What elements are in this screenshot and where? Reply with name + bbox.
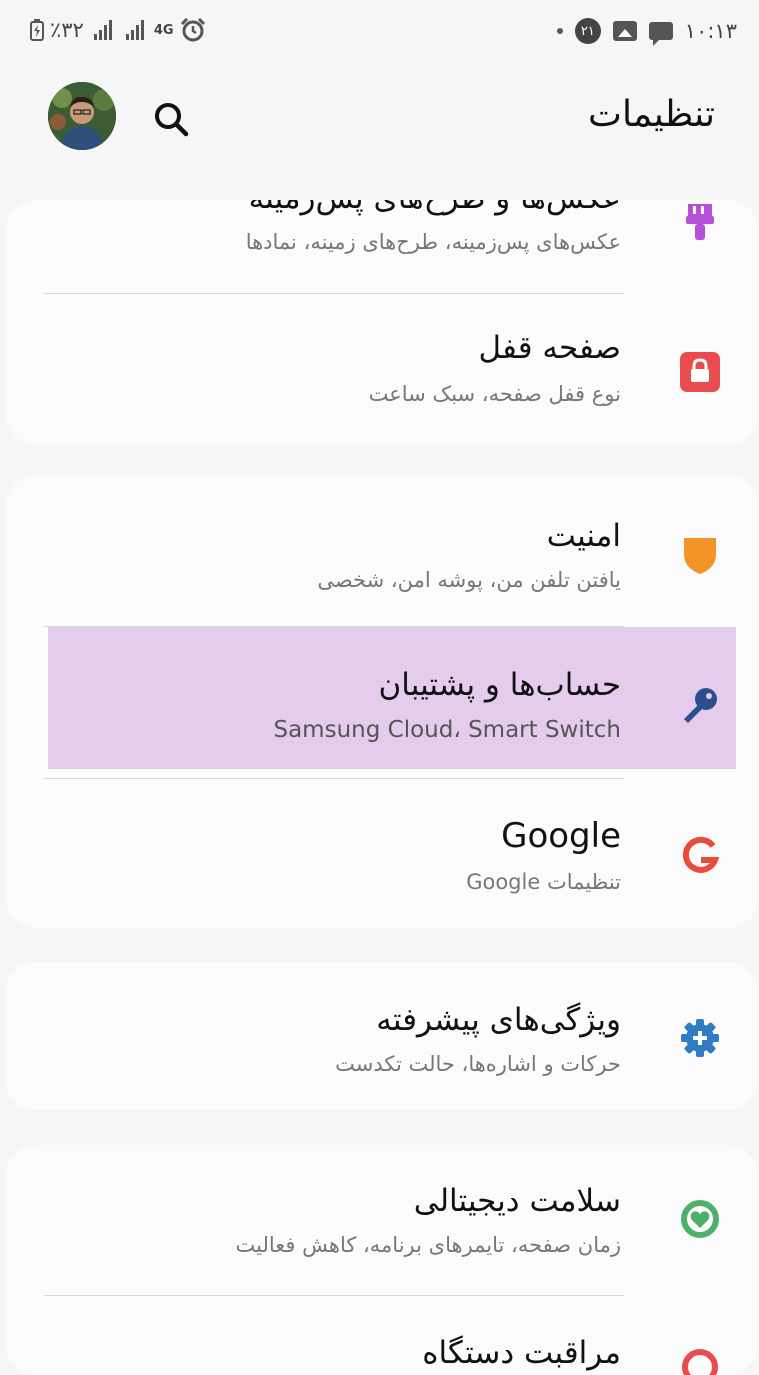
item-title: سلامت دیجیتالی — [413, 1183, 621, 1219]
item-subtitle: تنظیمات Google — [466, 870, 621, 894]
item-subtitle: حرکات و اشاره‌ها، حالت تکدست — [335, 1052, 621, 1076]
alarm-icon — [180, 18, 205, 42]
item-title: ویژگی‌های پیشرفته — [376, 1002, 621, 1038]
item-subtitle: یافتن تلفن من، پوشه امن، شخصی — [317, 568, 621, 592]
setting-item-lock-screen[interactable]: صفحه قفل نوع قفل صفحه، سبک ساعت — [6, 300, 758, 444]
brush-icon — [686, 204, 714, 240]
dot-icon — [556, 28, 563, 34]
status-bar: ٪۳۲ 4G ۲۱ ۱۰:۱۳ — [0, 0, 759, 70]
divider — [44, 293, 624, 294]
message-icon — [648, 22, 673, 46]
device-care-icon — [682, 1349, 718, 1375]
gallery-icon — [612, 21, 637, 41]
page-title: تنظیمات — [588, 94, 715, 135]
item-title: Google — [501, 816, 621, 856]
setting-item-device-care[interactable]: مراقبت دستگاه — [6, 1295, 758, 1375]
settings-group-security: امنیت یافتن تلفن من، پوشه امن، شخصی حساب… — [6, 476, 758, 928]
item-subtitle: عکس‌های پس‌زمینه، طرح‌های زمینه، نمادها — [245, 230, 621, 254]
signal-icon — [93, 20, 112, 40]
item-title: حساب‌ها و پشتیبان — [378, 667, 621, 703]
digital-wellbeing-icon — [681, 1200, 719, 1238]
setting-item-digital-wellbeing[interactable]: سلامت دیجیتالی زمان صفحه، تایمرهای برنام… — [6, 1145, 758, 1293]
settings-group-wellbeing: سلامت دیجیتالی زمان صفحه، تایمرهای برنام… — [6, 1145, 758, 1375]
clock: ۱۰:۱۳ — [684, 19, 737, 43]
settings-group-advanced: ویژگی‌های پیشرفته حرکات و اشاره‌ها، حالت… — [6, 962, 758, 1110]
lock-icon — [680, 352, 720, 392]
item-subtitle: نوع قفل صفحه، سبک ساعت — [368, 382, 621, 406]
signal-icon-2 — [125, 20, 144, 40]
item-subtitle: Samsung Cloud، Smart Switch — [273, 717, 621, 743]
setting-item-security[interactable]: امنیت یافتن تلفن من، پوشه امن، شخصی — [6, 476, 758, 626]
battery-icon — [30, 19, 44, 41]
shield-icon — [684, 538, 716, 574]
item-title: صفحه قفل — [478, 330, 621, 366]
gear-plus-icon — [681, 1019, 719, 1057]
avatar[interactable] — [48, 82, 116, 150]
notification-badge: ۲۱ — [574, 18, 601, 44]
battery-percent: ٪۳۲ — [50, 18, 84, 42]
item-title: مراقبت دستگاه — [422, 1335, 621, 1371]
google-icon — [682, 836, 720, 873]
setting-item-google[interactable]: Google تنظیمات Google — [6, 778, 758, 928]
network-type: 4G — [153, 22, 174, 38]
item-subtitle: زمان صفحه، تایمرهای برنامه، کاهش فعالیت — [235, 1233, 622, 1257]
key-icon — [684, 688, 717, 723]
item-title: امنیت — [546, 518, 621, 554]
setting-item-advanced-features[interactable]: ویژگی‌های پیشرفته حرکات و اشاره‌ها، حالت… — [6, 962, 758, 1110]
app-header: تنظیمات — [0, 72, 759, 162]
settings-group-display: عکس‌ها و طرح‌های پس‌زمینه عکس‌های پس‌زمی… — [6, 200, 758, 444]
item-title: عکس‌ها و طرح‌های پس‌زمینه — [249, 200, 621, 216]
setting-item-accounts-backup[interactable]: حساب‌ها و پشتیبان Samsung Cloud، Smart S… — [6, 627, 758, 777]
setting-item-wallpapers[interactable]: عکس‌ها و طرح‌های پس‌زمینه عکس‌های پس‌زمی… — [6, 200, 758, 290]
search-icon[interactable] — [152, 100, 192, 140]
